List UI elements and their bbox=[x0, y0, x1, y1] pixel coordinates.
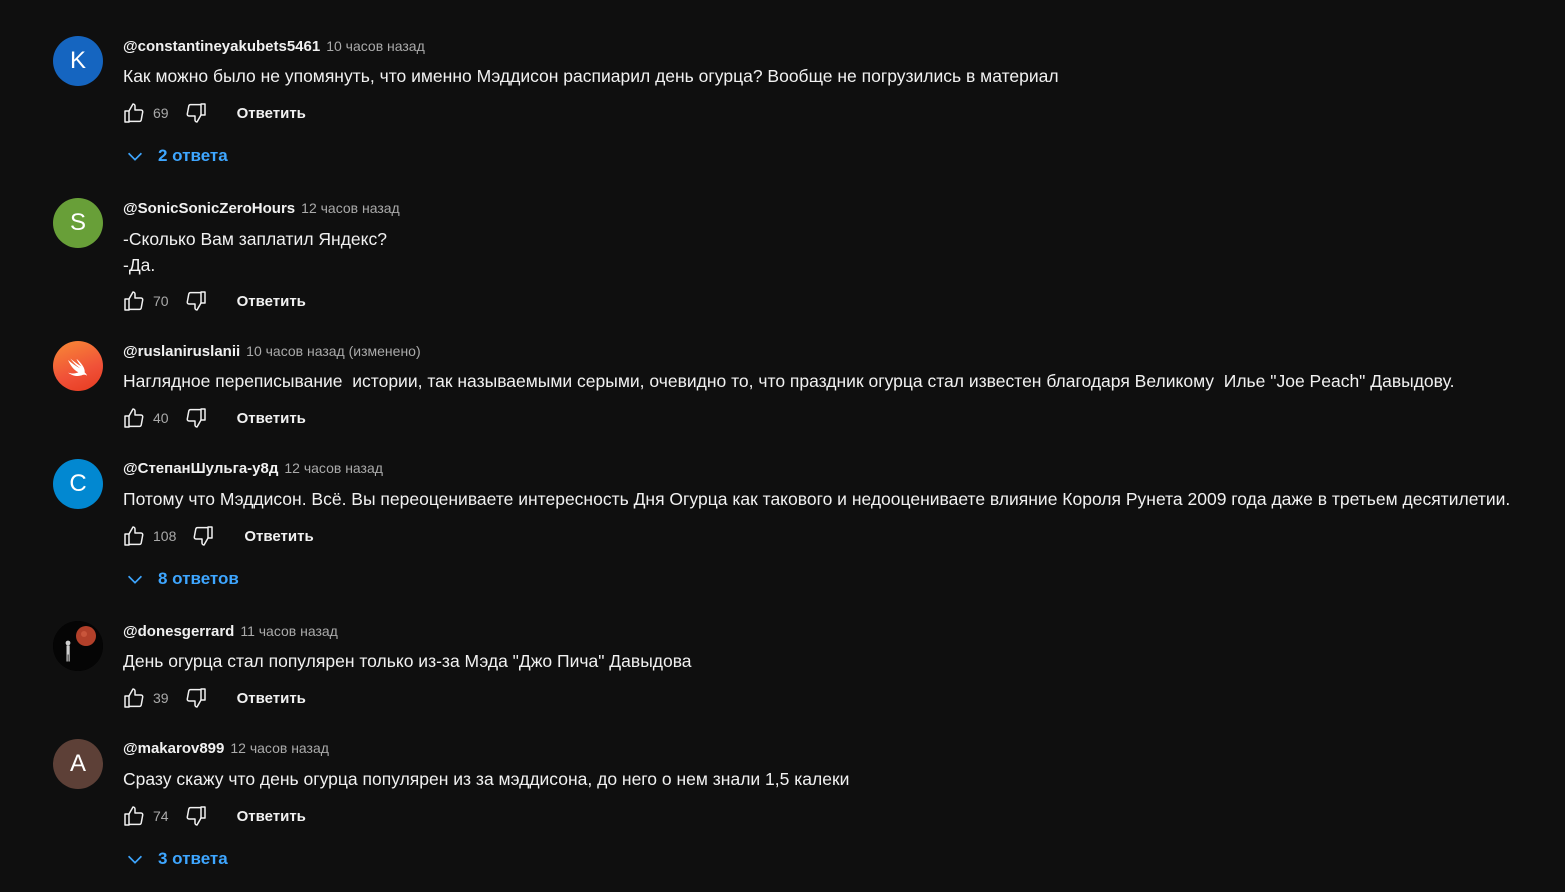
comment-text: Сразу скажу что день огурца популярен из… bbox=[123, 766, 849, 792]
avatar-letter: S bbox=[69, 209, 86, 236]
comment-text-line: Как можно было не упомянуть, что именно … bbox=[123, 66, 1059, 86]
comment-header: @СтепанШульга-у8д 12 часов назад bbox=[123, 460, 383, 477]
author-name[interactable]: @SonicSonicZeroHours bbox=[123, 200, 295, 217]
chevron-down-icon bbox=[127, 152, 143, 161]
reply-button[interactable]: Ответить bbox=[237, 293, 306, 310]
dislike-button[interactable] bbox=[181, 801, 211, 831]
comment-text-line: -Сколько Вам заплатил Яндекс? bbox=[123, 229, 387, 249]
comment-text: Потому что Мэддисон. Всё. Вы переоценива… bbox=[123, 486, 1510, 512]
author-name[interactable]: @constantineyakubets5461 bbox=[123, 38, 320, 55]
replies-count-label: 8 ответов bbox=[158, 569, 239, 588]
thumbs-up-icon bbox=[124, 408, 144, 428]
like-count: 69 bbox=[153, 105, 169, 121]
thumbs-up-icon bbox=[124, 806, 144, 826]
thumbs-up-icon bbox=[124, 291, 144, 311]
like-count: 108 bbox=[153, 528, 177, 544]
like-count: 70 bbox=[153, 293, 169, 309]
avatar[interactable]: S bbox=[53, 198, 103, 248]
comment-header: @SonicSonicZeroHours 12 часов назад bbox=[123, 200, 400, 217]
chevron-down-icon bbox=[127, 575, 143, 584]
author-name[interactable]: @ruslaniruslanii bbox=[123, 343, 240, 360]
avatar[interactable] bbox=[53, 341, 103, 391]
dislike-button[interactable] bbox=[181, 286, 211, 316]
dislike-button[interactable] bbox=[181, 98, 211, 128]
comment-time[interactable]: 10 часов назад (изменено) bbox=[246, 343, 420, 359]
like-button[interactable] bbox=[119, 683, 149, 713]
comment-header: @constantineyakubets5461 10 часов назад bbox=[123, 38, 425, 55]
comment-actions: 39 Ответить bbox=[119, 683, 306, 713]
avatar-letter: A bbox=[69, 750, 86, 777]
author-name[interactable]: @donesgerrard bbox=[123, 623, 234, 640]
comment-header: @donesgerrard 11 часов назад bbox=[123, 623, 338, 640]
comments-section: K @constantineyakubets5461 10 часов наза… bbox=[0, 0, 1565, 892]
chevron-down-icon bbox=[127, 855, 143, 864]
like-button[interactable] bbox=[119, 286, 149, 316]
comment-time[interactable]: 12 часов назад bbox=[284, 460, 383, 476]
view-replies-button[interactable]: 3 ответа bbox=[124, 844, 228, 874]
thumbs-up-icon bbox=[124, 103, 144, 123]
comment-time[interactable]: 10 часов назад bbox=[326, 38, 425, 54]
dislike-button[interactable] bbox=[181, 403, 211, 433]
thumbs-down-icon bbox=[193, 526, 214, 546]
replies-count-label: 2 ответа bbox=[158, 146, 228, 165]
avatar[interactable]: A bbox=[53, 739, 103, 789]
comment-time[interactable]: 11 часов назад bbox=[240, 623, 338, 639]
author-name[interactable]: @makarov899 bbox=[123, 740, 224, 757]
comment-text: Как можно было не упомянуть, что именно … bbox=[123, 63, 1059, 89]
comment-text: Наглядное переписывание истории, так наз… bbox=[123, 368, 1454, 394]
reply-button[interactable]: Ответить bbox=[237, 690, 306, 707]
replies-count-label: 3 ответа bbox=[158, 849, 228, 868]
view-replies-button[interactable]: 2 ответа bbox=[124, 141, 228, 171]
comment-header: @makarov899 12 часов назад bbox=[123, 740, 329, 757]
thumbs-up-icon bbox=[124, 688, 144, 708]
like-count: 39 bbox=[153, 690, 169, 706]
thumbs-down-icon bbox=[186, 408, 206, 428]
comment-actions: 108 Ответить bbox=[119, 521, 314, 551]
reply-button[interactable]: Ответить bbox=[237, 808, 306, 825]
swift-logo-icon bbox=[68, 358, 87, 376]
comment-text: День огурца стал популярен только из-за … bbox=[123, 648, 692, 674]
dislike-button[interactable] bbox=[188, 521, 218, 551]
comment-header: @ruslaniruslanii 10 часов назад (изменен… bbox=[123, 343, 421, 360]
comment-text-line: Потому что Мэддисон. Всё. Вы переоценива… bbox=[123, 489, 1511, 509]
avatar-letter: С bbox=[69, 470, 87, 497]
reply-button[interactable]: Ответить bbox=[237, 410, 306, 427]
thumbs-down-icon bbox=[186, 291, 206, 311]
comment-text-line: День огурца стал популярен только из-за … bbox=[123, 651, 692, 671]
comment-text: -Сколько Вам заплатил Яндекс? -Да. bbox=[123, 226, 387, 278]
like-count: 74 bbox=[153, 808, 169, 824]
comment-actions: 40 Ответить bbox=[119, 403, 306, 433]
thumbs-down-icon bbox=[186, 806, 206, 826]
avatar[interactable] bbox=[53, 621, 103, 671]
like-button[interactable] bbox=[119, 403, 149, 433]
dislike-button[interactable] bbox=[181, 683, 211, 713]
comment-text-line: Наглядное переписывание истории, так наз… bbox=[123, 371, 1455, 391]
reply-button[interactable]: Ответить bbox=[237, 105, 306, 122]
like-count: 40 bbox=[153, 410, 169, 426]
comment-actions: 69 Ответить bbox=[119, 98, 306, 128]
view-replies-button[interactable]: 8 ответов bbox=[124, 564, 239, 594]
thumbs-down-icon bbox=[186, 103, 206, 123]
like-button[interactable] bbox=[119, 801, 149, 831]
author-name[interactable]: @СтепанШульга-у8д bbox=[123, 460, 278, 477]
comment-text-line: Сразу скажу что день огурца популярен из… bbox=[123, 769, 850, 789]
comment-time[interactable]: 12 часов назад bbox=[301, 200, 400, 216]
reply-button[interactable]: Ответить bbox=[244, 528, 313, 545]
like-button[interactable] bbox=[119, 98, 149, 128]
avatar[interactable]: K bbox=[53, 36, 103, 86]
moon-figure-avatar-icon bbox=[53, 621, 103, 671]
avatar[interactable]: С bbox=[53, 459, 103, 509]
avatar-letter: K bbox=[69, 47, 86, 74]
like-button[interactable] bbox=[119, 521, 149, 551]
thumbs-up-icon bbox=[124, 526, 144, 546]
comment-time[interactable]: 12 часов назад bbox=[230, 740, 329, 756]
comment-actions: 70 Ответить bbox=[119, 286, 306, 316]
thumbs-down-icon bbox=[186, 688, 206, 708]
comment-actions: 74 Ответить bbox=[119, 801, 306, 831]
comment-text-line: -Да. bbox=[123, 255, 156, 275]
